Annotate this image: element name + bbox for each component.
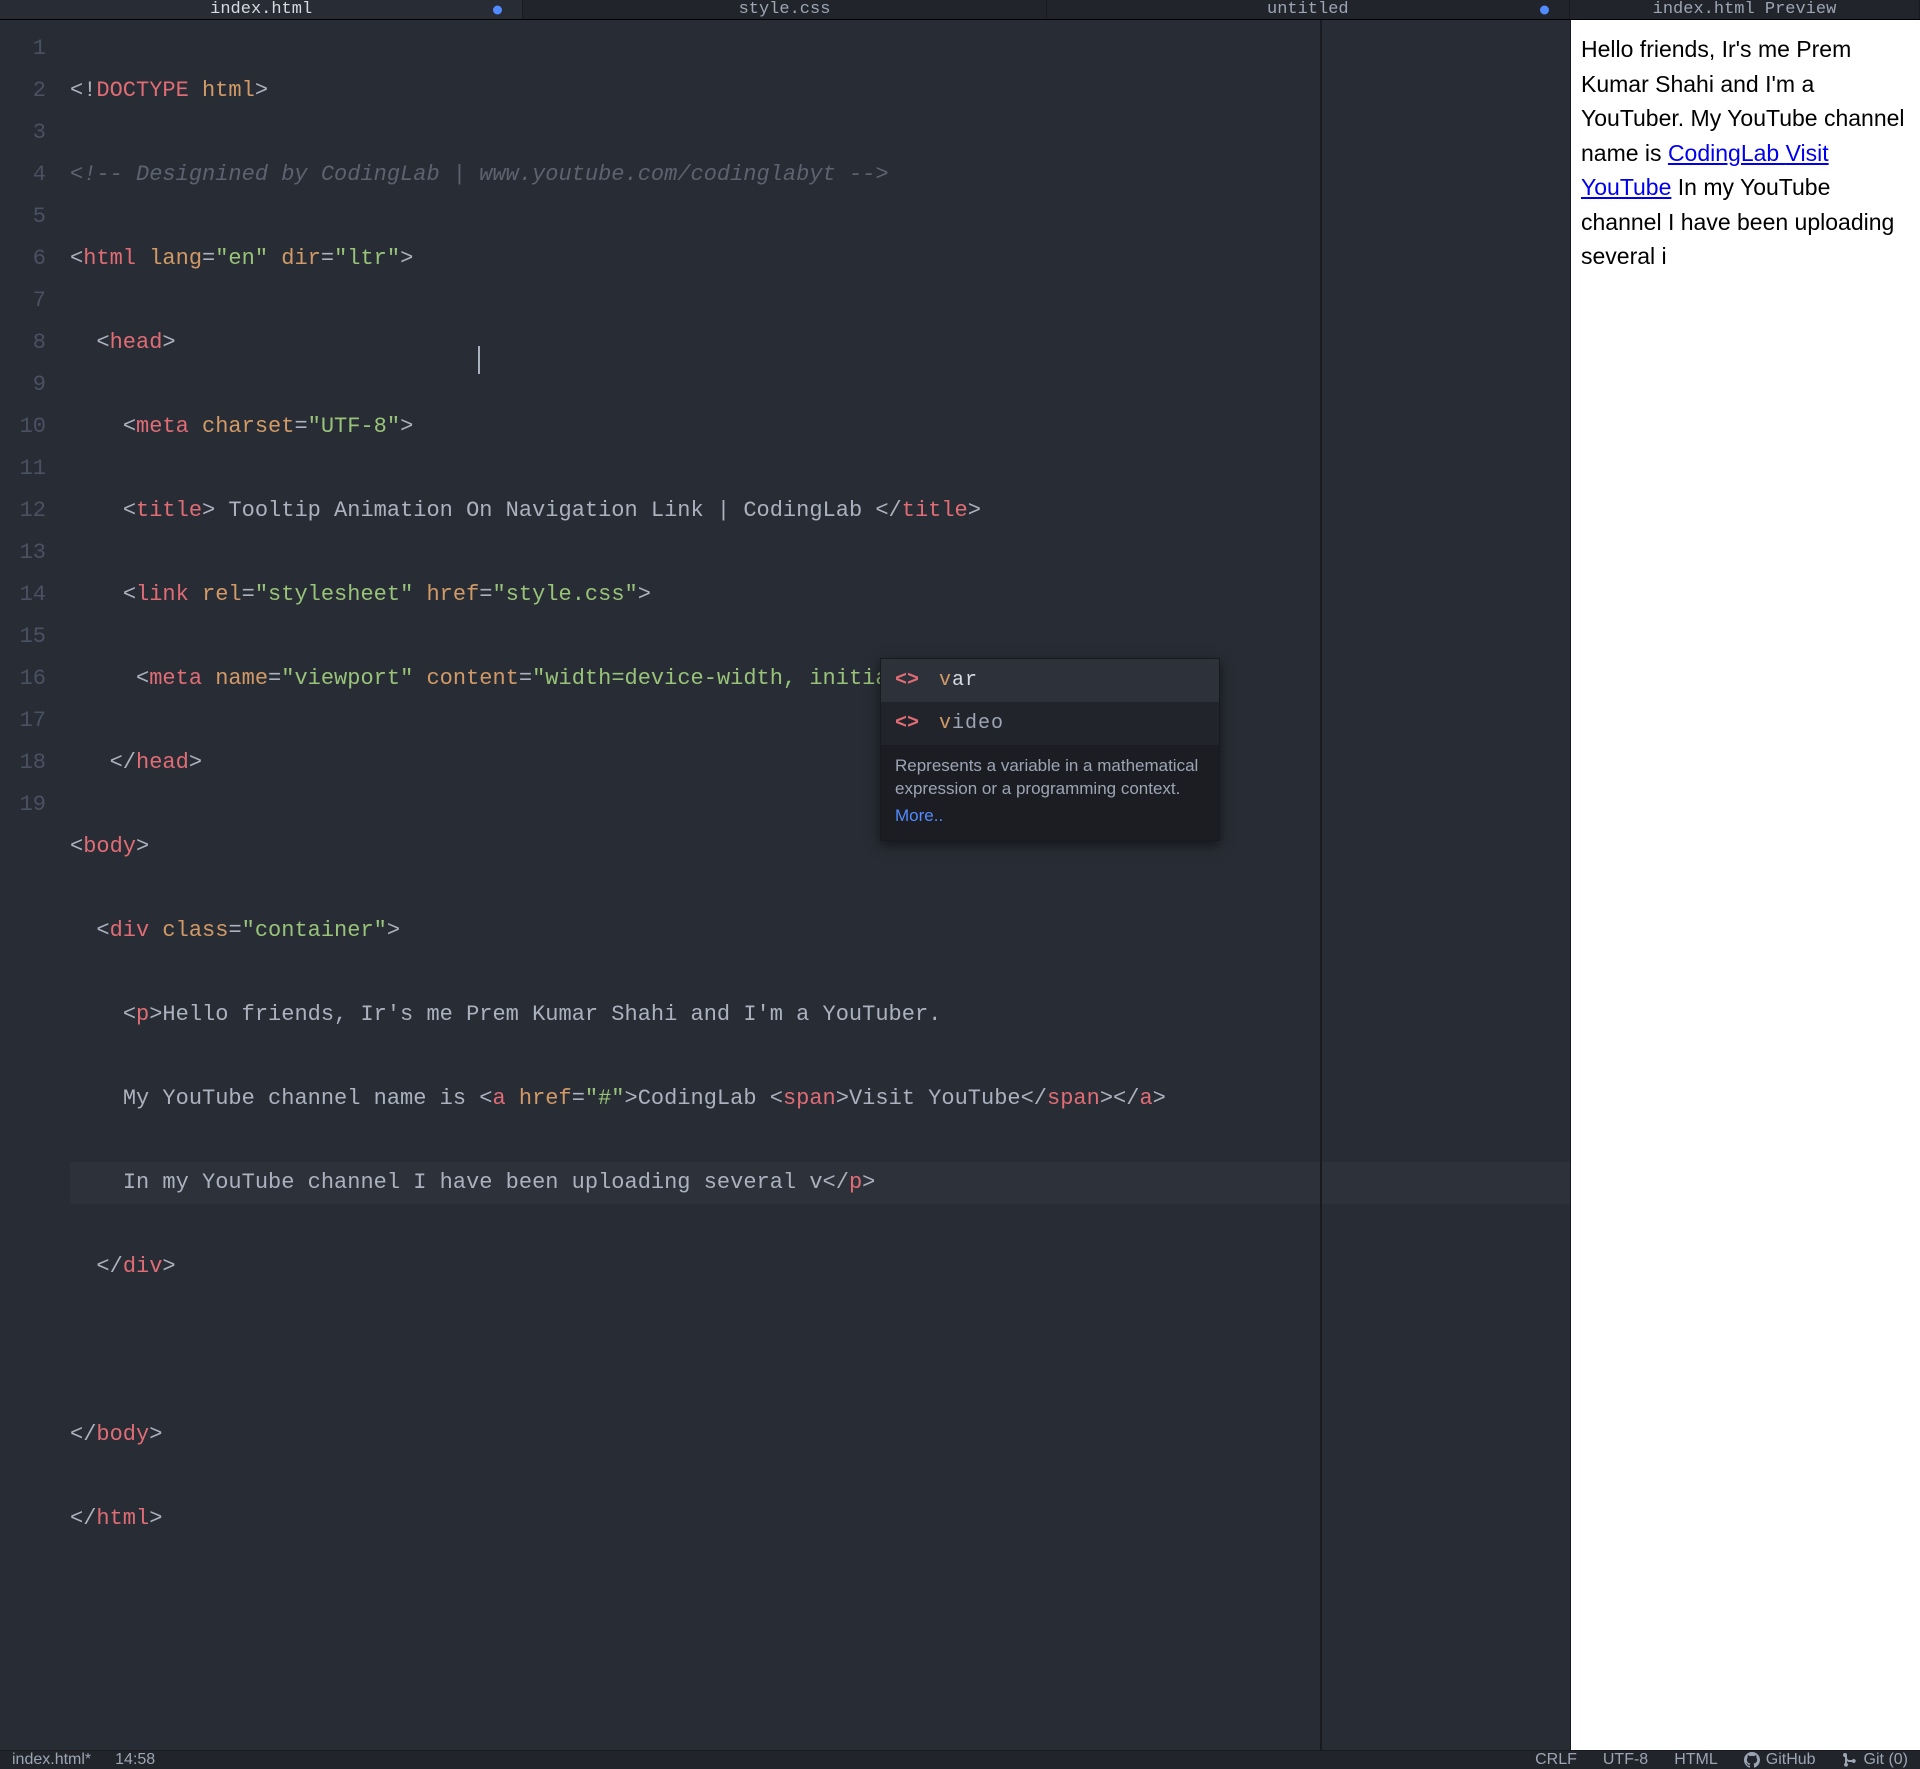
line-number: 7: [0, 280, 70, 322]
status-line-endings[interactable]: CRLF: [1535, 1751, 1577, 1769]
autocomplete-item-video[interactable]: <> video: [881, 702, 1219, 745]
line-number-gutter: 12345678910111213141516171819: [0, 20, 70, 1750]
line-number: 15: [0, 616, 70, 658]
autocomplete-doc: Represents a variable in a mathematical …: [881, 745, 1219, 840]
status-language[interactable]: HTML: [1674, 1751, 1718, 1769]
code-line: <head>: [70, 322, 1570, 364]
code-line: [70, 1330, 1570, 1372]
autocomplete-doc-text: Represents a variable in a mathematical …: [895, 756, 1198, 798]
line-number: 6: [0, 238, 70, 280]
autocomplete-more-link[interactable]: More..: [895, 805, 943, 828]
code-line: </html>: [70, 1498, 1570, 1540]
code-area[interactable]: <!DOCTYPE html> <!-- Designined by Codin…: [70, 20, 1570, 1750]
line-number: 18: [0, 742, 70, 784]
autocomplete-item-var[interactable]: <> var: [881, 659, 1219, 702]
autocomplete-popup: <> var <> video Represents a variable in…: [880, 658, 1220, 841]
line-number: 14: [0, 574, 70, 616]
tab-bar: index.html style.css untitled index.html…: [0, 0, 1920, 20]
line-number: 4: [0, 154, 70, 196]
code-line: In my YouTube channel I have been upload…: [70, 1162, 1570, 1204]
status-github[interactable]: GitHub: [1744, 1751, 1816, 1769]
unsaved-dot-icon: [1540, 5, 1549, 14]
autocomplete-label: var: [939, 669, 978, 692]
code-line: </head>: [70, 742, 1570, 784]
line-number: 10: [0, 406, 70, 448]
tag-icon: <>: [895, 712, 919, 735]
status-file-name[interactable]: index.html*: [12, 1751, 91, 1769]
code-line: <link rel="stylesheet" href="style.css">: [70, 574, 1570, 616]
code-line: <!DOCTYPE html>: [70, 70, 1570, 112]
git-branch-icon: [1842, 1752, 1858, 1768]
line-number: 8: [0, 322, 70, 364]
html-preview-panel: Hello friends, Ir's me Prem Kumar Shahi …: [1570, 20, 1920, 1750]
text-cursor-icon: [478, 346, 480, 374]
unsaved-dot-icon: [493, 5, 502, 14]
code-line: <html lang="en" dir="ltr">: [70, 238, 1570, 280]
code-line: </body>: [70, 1414, 1570, 1456]
line-number: 2: [0, 70, 70, 112]
tab-label: style.css: [739, 0, 831, 19]
line-number: 13: [0, 532, 70, 574]
line-number: 3: [0, 112, 70, 154]
tab-index-html[interactable]: index.html: [0, 0, 523, 19]
github-icon: [1744, 1752, 1760, 1768]
line-number: 12: [0, 490, 70, 532]
line-number: 16: [0, 658, 70, 700]
code-line: <title> Tooltip Animation On Navigation …: [70, 490, 1570, 532]
split-divider[interactable]: [1320, 20, 1322, 1750]
line-number: 17: [0, 700, 70, 742]
line-number: 9: [0, 364, 70, 406]
tab-untitled[interactable]: untitled: [1047, 0, 1570, 19]
code-line: My YouTube channel name is <a href="#">C…: [70, 1078, 1570, 1120]
status-cursor-position[interactable]: 14:58: [115, 1751, 155, 1769]
autocomplete-label: video: [939, 712, 1004, 735]
tab-label: index.html: [210, 0, 312, 19]
status-bar: index.html* 14:58 CRLF UTF-8 HTML GitHub…: [0, 1750, 1920, 1769]
tab-preview[interactable]: index.html Preview: [1570, 0, 1920, 19]
tab-label: index.html Preview: [1653, 0, 1837, 19]
line-number: 19: [0, 784, 70, 826]
code-line: <!-- Designined by CodingLab | www.youtu…: [70, 154, 1570, 196]
code-line: <meta charset="UTF-8">: [70, 406, 1570, 448]
line-number: 11: [0, 448, 70, 490]
main-area: 12345678910111213141516171819 <!DOCTYPE …: [0, 20, 1920, 1750]
tag-icon: <>: [895, 669, 919, 692]
tab-label: untitled: [1267, 0, 1349, 19]
code-line: </div>: [70, 1246, 1570, 1288]
code-line: <p>Hello friends, Ir's me Prem Kumar Sha…: [70, 994, 1570, 1036]
line-number: 1: [0, 28, 70, 70]
code-line: <body>: [70, 826, 1570, 868]
tab-style-css[interactable]: style.css: [523, 0, 1046, 19]
line-number: 5: [0, 196, 70, 238]
status-encoding[interactable]: UTF-8: [1603, 1751, 1648, 1769]
code-editor[interactable]: 12345678910111213141516171819 <!DOCTYPE …: [0, 20, 1570, 1750]
code-line: <div class="container">: [70, 910, 1570, 952]
code-line: [70, 1582, 1570, 1624]
status-git[interactable]: Git (0): [1842, 1751, 1908, 1769]
code-line: <meta name="viewport" content="width=dev…: [70, 658, 1570, 700]
